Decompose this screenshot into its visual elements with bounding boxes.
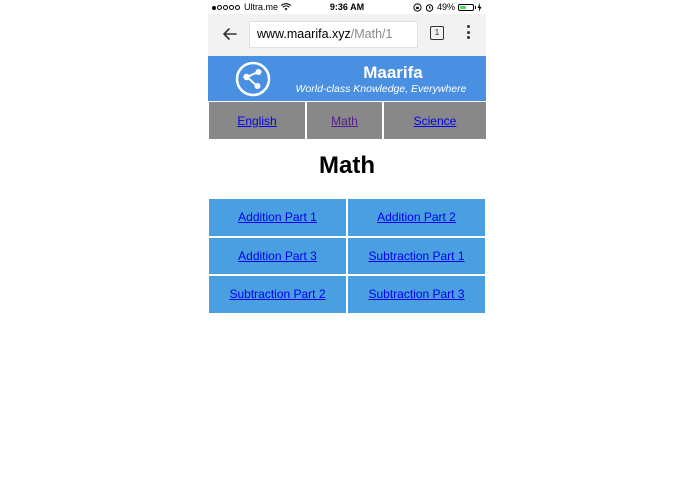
nav-link-english[interactable]: English <box>209 102 305 139</box>
lesson-grid: Addition Part 1 Addition Part 2 Addition… <box>209 199 485 313</box>
more-menu-icon[interactable] <box>465 25 471 43</box>
battery-icon <box>458 3 476 11</box>
rotation-lock-icon <box>413 2 422 12</box>
charging-icon <box>477 2 482 12</box>
site-tagline: World-class Knowledge, Everywhere <box>295 83 467 95</box>
back-arrow-icon[interactable] <box>220 24 240 44</box>
url-domain: www.maarifa.xyz <box>257 27 351 41</box>
status-right: 49% <box>413 2 482 12</box>
browser-toolbar: www.maarifa.xyz/Math/1 1 <box>208 14 486 57</box>
tab-count: 1 <box>434 27 440 37</box>
site-header: Maarifa World-class Knowledge, Everywher… <box>208 56 486 101</box>
url-path: /Math/1 <box>350 27 393 41</box>
nav-link-science[interactable]: Science <box>384 102 486 139</box>
site-title: Maarifa <box>363 63 423 82</box>
lesson-link-addition-1[interactable]: Addition Part 1 <box>209 199 346 236</box>
lesson-link-subtraction-2[interactable]: Subtraction Part 2 <box>209 276 346 313</box>
page-title: Math <box>319 152 375 179</box>
nav-link-math[interactable]: Math <box>307 102 382 139</box>
lesson-link-subtraction-1[interactable]: Subtraction Part 1 <box>348 237 485 274</box>
lesson-link-addition-3[interactable]: Addition Part 3 <box>209 237 346 274</box>
subject-nav: English Math Science <box>209 102 486 139</box>
battery-percent: 49% <box>436 2 455 12</box>
phone-screen: Ultra.me 9:36 AM 49% www.maarifa.xyz/Mat… <box>208 0 486 494</box>
status-bar: Ultra.me 9:36 AM 49% <box>208 0 486 14</box>
alarm-icon <box>425 3 434 12</box>
tab-switcher-button[interactable]: 1 <box>430 26 444 40</box>
url-bar[interactable]: www.maarifa.xyz/Math/1 <box>249 21 418 48</box>
lesson-link-subtraction-3[interactable]: Subtraction Part 3 <box>348 276 485 313</box>
share-nodes-logo-icon[interactable] <box>234 60 272 98</box>
lesson-link-addition-2[interactable]: Addition Part 2 <box>348 199 485 236</box>
